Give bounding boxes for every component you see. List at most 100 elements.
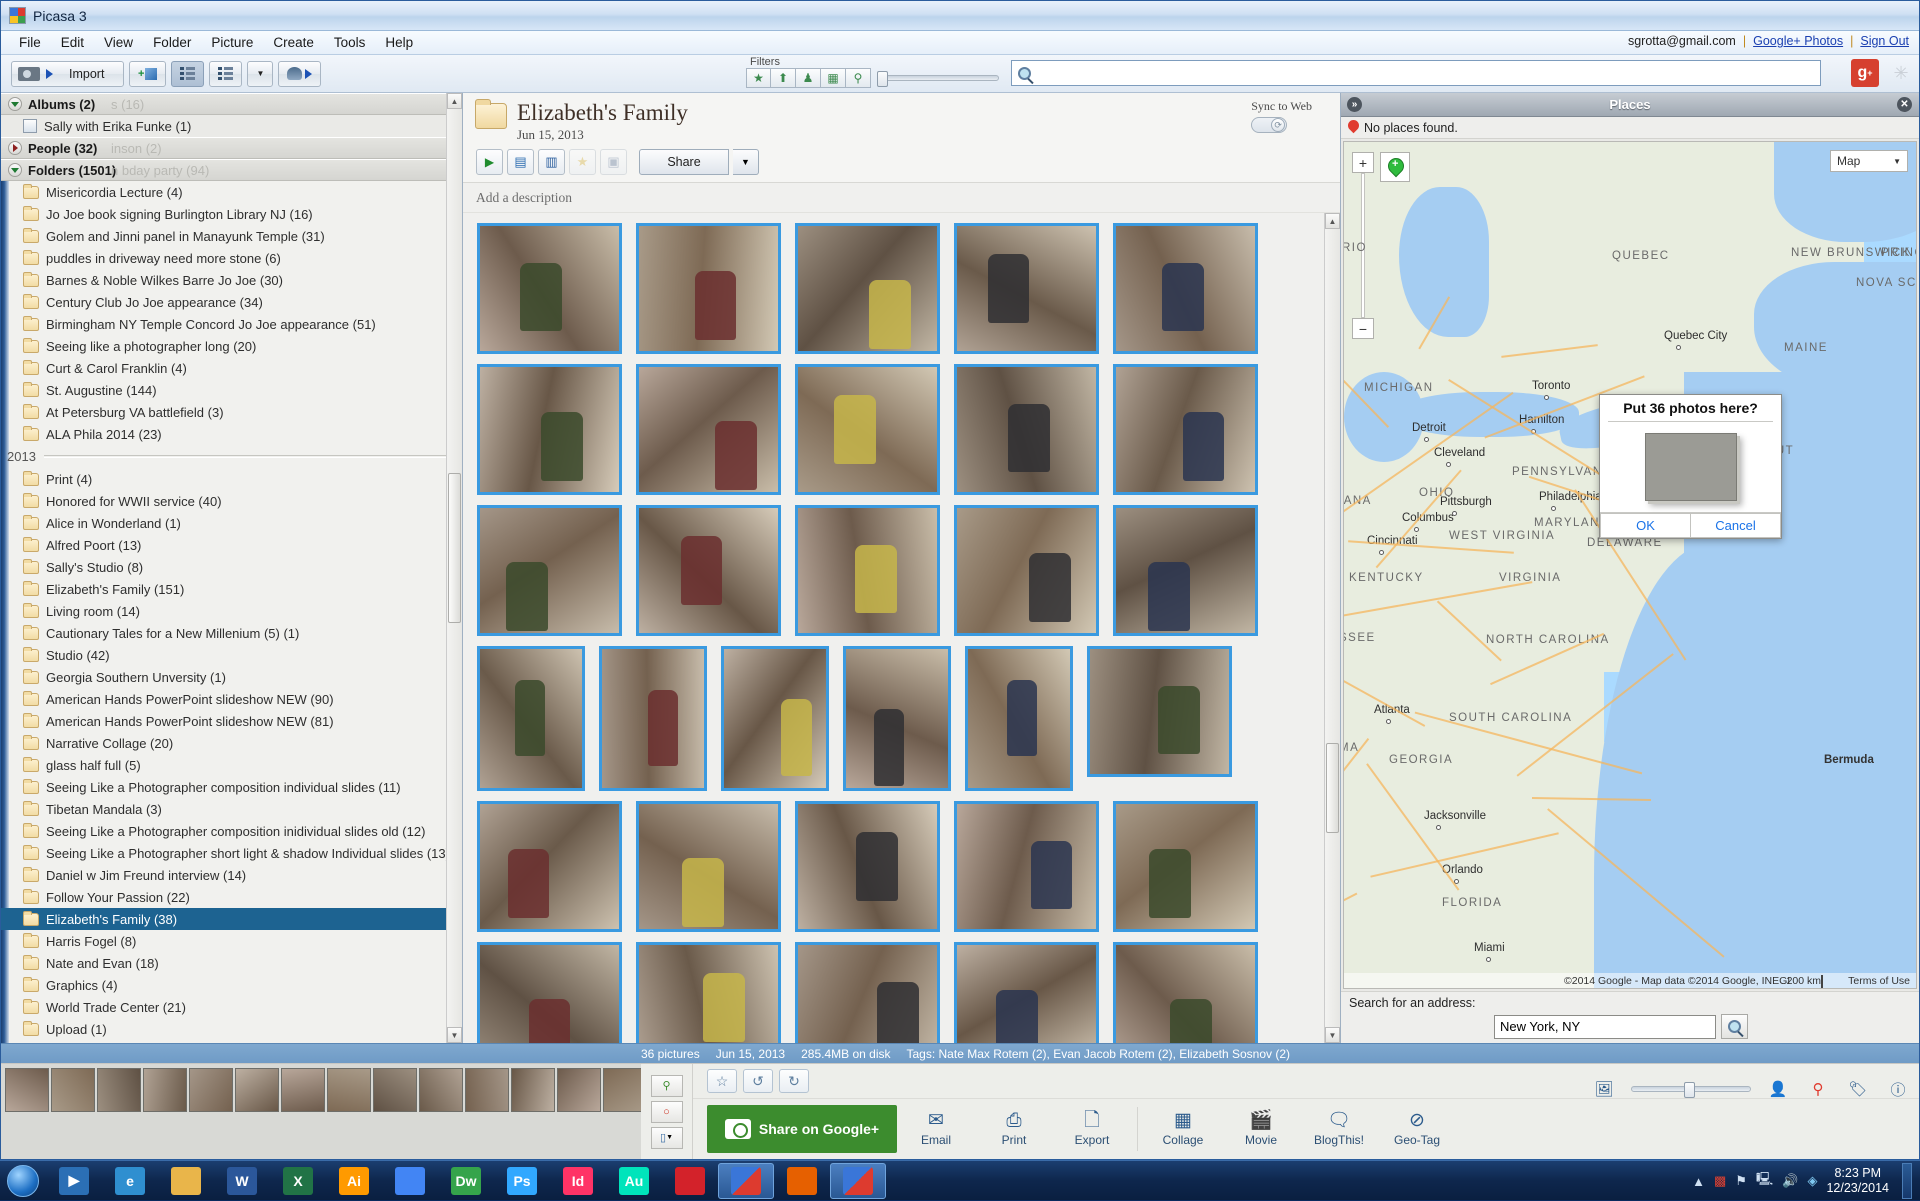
address-input[interactable] — [1494, 1015, 1716, 1039]
tags-icon[interactable]: 🏷 — [1845, 1078, 1871, 1100]
map-type-selector[interactable]: Map ▼ — [1830, 150, 1908, 172]
tray-thumbnail[interactable] — [603, 1068, 641, 1112]
grid-scrollbar[interactable]: ▲ ▼ — [1324, 213, 1340, 1043]
network-icon[interactable]: ⚑ — [1735, 1173, 1747, 1189]
albums-header[interactable]: Albums (2) s (16) — [1, 93, 462, 115]
taskbar-photoshop[interactable]: Ps — [494, 1162, 550, 1200]
star-button[interactable]: ☆ — [707, 1069, 737, 1093]
menu-view[interactable]: View — [94, 32, 143, 53]
slider-knob[interactable] — [877, 71, 888, 87]
sidebar-folder-item[interactable]: Living room (14) — [1, 600, 462, 622]
search-input[interactable] — [1011, 60, 1821, 86]
menu-create[interactable]: Create — [263, 32, 324, 53]
sidebar-folder-item[interactable]: glass half full (5) — [1, 754, 462, 776]
sidebar-folder-item[interactable]: Sally's Studio (8) — [1, 556, 462, 578]
people-header[interactable]: People (32) inson (2) — [1, 137, 462, 159]
list-view-button[interactable] — [171, 61, 204, 87]
antivirus-icon[interactable]: ▩ — [1714, 1173, 1726, 1189]
tray-thumbnail[interactable] — [97, 1068, 141, 1112]
star-button[interactable]: ★ — [569, 149, 596, 175]
sidebar-folder-item[interactable]: Seeing Like a Photographer short light &… — [1, 842, 462, 864]
sidebar-folder-item[interactable]: Elizabeth's Family (38) — [1, 908, 462, 930]
folders-header[interactable]: Folders (1501) n bday party (94) — [1, 159, 462, 181]
ok-button[interactable]: OK — [1600, 513, 1691, 538]
close-icon[interactable]: ✕ — [1897, 97, 1912, 112]
google-photos-link[interactable]: Google+ Photos — [1753, 34, 1843, 48]
photo-thumbnail[interactable] — [795, 801, 940, 932]
view-options-dropdown[interactable]: ▼ — [247, 61, 273, 87]
blogthis-button[interactable]: 🗨 BlogThis! — [1300, 1111, 1378, 1147]
menu-picture[interactable]: Picture — [201, 32, 263, 53]
taskbar-dreamweaver[interactable]: Dw — [438, 1162, 494, 1200]
folders-collapse-toggle[interactable] — [8, 163, 22, 177]
email-button[interactable]: ✉ Email — [897, 1111, 975, 1147]
sidebar-folder-item[interactable]: Daniel w Jim Freund interview (14) — [1, 864, 462, 886]
scroll-down-arrow[interactable]: ▼ — [447, 1027, 462, 1043]
photo-thumbnail[interactable] — [636, 801, 781, 932]
sidebar-folder-item[interactable]: Print (4) — [1, 468, 462, 490]
photo-thumbnail[interactable] — [954, 364, 1099, 495]
taskbar-acrobat[interactable] — [662, 1162, 718, 1200]
share-dropdown-button[interactable]: ▼ — [733, 149, 759, 175]
photo-thumbnail[interactable] — [795, 364, 940, 495]
people-icon[interactable]: 👤 — [1765, 1078, 1791, 1100]
import-button[interactable]: Import — [11, 61, 124, 87]
taskbar-excel[interactable]: X — [270, 1162, 326, 1200]
add-place-button[interactable] — [1380, 152, 1410, 182]
sidebar-folder-item[interactable]: Narrative Collage (20) — [1, 732, 462, 754]
map-view[interactable]: + − Map ▼ QUEBECRIONEW BRUNSWICKNOVA SCP… — [1343, 141, 1917, 989]
info-icon[interactable]: ⓘ — [1885, 1078, 1911, 1100]
photo-thumbnail[interactable] — [965, 646, 1073, 791]
photo-thumbnail[interactable] — [477, 223, 622, 354]
sidebar-folder-item[interactable]: Nate and Evan (18) — [1, 952, 462, 974]
dropbox-icon[interactable]: ◈ — [1807, 1173, 1817, 1189]
grid-scrollbar-thumb[interactable] — [1326, 743, 1339, 833]
geotag-button[interactable]: ⊘ Geo-Tag — [1378, 1111, 1456, 1147]
sidebar-folder-item[interactable]: Elizabeth's Family (151) — [1, 578, 462, 600]
upload-button[interactable]: ▣ — [600, 149, 627, 175]
rotate-left-button[interactable]: ↺ — [743, 1069, 773, 1093]
tray-thumbnail[interactable] — [419, 1068, 463, 1112]
scrollbar-thumb[interactable] — [448, 473, 461, 623]
sidebar-folder-item[interactable]: Alice in Wonderland (1) — [1, 512, 462, 534]
scroll-up-arrow[interactable]: ▲ — [447, 93, 462, 109]
zoom-in-button[interactable]: + — [1352, 152, 1374, 173]
taskbar-clock[interactable]: 8:23 PM 12/23/2014 — [1826, 1166, 1889, 1196]
photo-thumbnail[interactable] — [477, 505, 622, 636]
photo-thumbnail[interactable] — [477, 801, 622, 932]
slideshow-icon[interactable]: 🖼 — [1591, 1078, 1617, 1100]
display-icon[interactable]: 🖳 — [1756, 1170, 1773, 1192]
sidebar-folder-item[interactable]: For DigitalBenchmarks Blog (3) — [1, 1040, 462, 1043]
photo-thumbnail[interactable] — [477, 942, 622, 1043]
play-slideshow-button[interactable]: ▶ — [476, 149, 503, 175]
sign-out-link[interactable]: Sign Out — [1860, 34, 1909, 48]
sidebar-folder-item[interactable]: Golem and Jinni panel in Manayunk Temple… — [1, 225, 462, 247]
tray-thumbnail[interactable] — [143, 1068, 187, 1112]
tray-thumbnail[interactable] — [51, 1068, 95, 1112]
menu-file[interactable]: File — [9, 32, 51, 53]
google-plus-button[interactable]: g+ — [1851, 59, 1879, 87]
photo-thumbnail[interactable] — [1087, 646, 1232, 777]
slider-knob[interactable] — [1684, 1082, 1695, 1098]
photo-thumbnail[interactable] — [1113, 364, 1258, 495]
taskbar-indesign[interactable]: Id — [550, 1162, 606, 1200]
sidebar-folder-item[interactable]: At Petersburg VA battlefield (3) — [1, 401, 462, 423]
sidebar-folder-item[interactable]: Curt & Carol Franklin (4) — [1, 357, 462, 379]
sidebar-folder-item[interactable]: Jo Joe book signing Burlington Library N… — [1, 203, 462, 225]
sidebar-folder-item[interactable]: American Hands PowerPoint slideshow NEW … — [1, 710, 462, 732]
photo-tray-filmstrip[interactable] — [1, 1064, 641, 1159]
share-on-google-plus-button[interactable]: Share on Google+ — [707, 1105, 897, 1153]
face-filter-button[interactable]: ♟ — [796, 68, 821, 88]
menu-help[interactable]: Help — [375, 32, 423, 53]
photo-thumbnail[interactable] — [477, 646, 585, 791]
upload-filter-button[interactable]: ⬆ — [771, 68, 796, 88]
sidebar-folder-item[interactable]: puddles in driveway need more stone (6) — [1, 247, 462, 269]
expand-icon[interactable]: » — [1347, 97, 1362, 112]
tray-thumbnail[interactable] — [327, 1068, 371, 1112]
compact-view-button[interactable] — [209, 61, 242, 87]
albums-collapse-toggle[interactable] — [8, 97, 22, 111]
photo-thumbnail[interactable] — [954, 505, 1099, 636]
star-filter-button[interactable]: ★ — [746, 68, 771, 88]
start-button[interactable] — [0, 1162, 46, 1200]
sidebar-folder-item[interactable]: Harris Fogel (8) — [1, 930, 462, 952]
